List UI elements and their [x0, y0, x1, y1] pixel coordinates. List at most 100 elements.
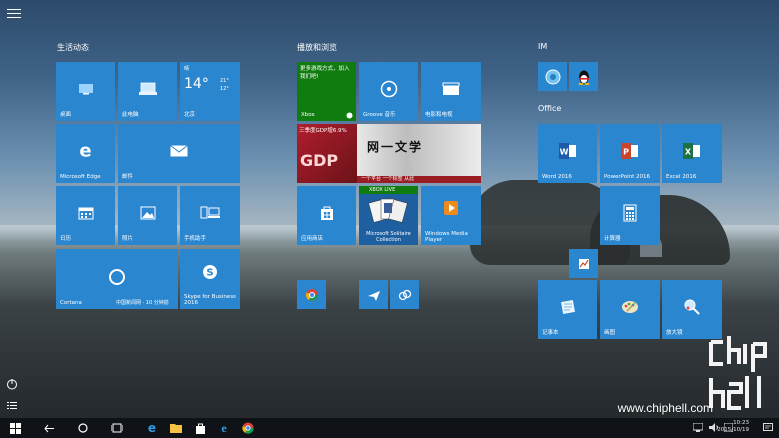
- news-headline: 三季度GDP增6.9%: [299, 128, 347, 134]
- start-button[interactable]: [8, 421, 22, 435]
- tile-word[interactable]: W Word 2016: [538, 124, 597, 183]
- svg-text:P: P: [623, 148, 629, 157]
- tile-calculator[interactable]: 计算器: [600, 186, 660, 245]
- paint-icon: [622, 301, 638, 314]
- computer-icon: [138, 82, 157, 96]
- calendar-icon: [78, 207, 93, 220]
- tile-label: Word 2016: [542, 174, 572, 180]
- store-icon: [320, 206, 333, 221]
- tile-label: 画图: [604, 330, 616, 336]
- tile-wmp[interactable]: Windows Media Player: [421, 186, 481, 245]
- task-view-icon: [111, 423, 123, 433]
- power-icon[interactable]: [6, 378, 18, 390]
- tile-groove[interactable]: Groove 音乐: [359, 62, 418, 121]
- weather-high: 21°: [220, 78, 229, 84]
- taskbar: e e 10:23 2015/10/19: [0, 418, 779, 438]
- media-player-icon: [444, 201, 458, 216]
- taskbar-store[interactable]: [193, 421, 207, 435]
- back-button[interactable]: [42, 421, 56, 435]
- taskbar-chrome[interactable]: [241, 421, 255, 435]
- desktop-icon: [78, 84, 93, 95]
- svg-text:X: X: [685, 148, 692, 157]
- tile-notepad[interactable]: 记事本: [538, 280, 597, 339]
- edge-icon: e: [79, 140, 92, 162]
- document-chart-icon: [578, 258, 589, 269]
- tile-edge[interactable]: e Microsoft Edge: [56, 124, 115, 183]
- mail-icon: [170, 145, 188, 157]
- tile-paint[interactable]: 画图: [600, 280, 660, 339]
- all-apps-icon[interactable]: [6, 400, 18, 412]
- cards-icon: [369, 198, 408, 223]
- taskbar-edge[interactable]: e: [145, 421, 159, 435]
- word-icon: W: [558, 143, 576, 160]
- tile-plane-app[interactable]: [359, 280, 388, 309]
- chrome-icon: [305, 288, 318, 301]
- hamburger-menu-icon[interactable]: [7, 7, 21, 19]
- tile-mail[interactable]: 邮件: [118, 124, 240, 183]
- tile-label: 计算器: [604, 236, 621, 242]
- tile-phone-companion[interactable]: 手机助手: [180, 186, 240, 245]
- clock-time: 10:23: [733, 420, 749, 426]
- svg-text:S: S: [206, 267, 213, 278]
- tile-solitaire[interactable]: XBOX LIVE Microsoft Solitaire Collection: [359, 186, 418, 245]
- folder-icon: [170, 424, 182, 433]
- tile-movies[interactable]: 电影和电视: [421, 62, 481, 121]
- cortana-news: 中国新闻网 · 10 分钟前: [116, 300, 169, 306]
- tile-excel[interactable]: X Excel 2016: [662, 124, 722, 183]
- tile-label: Xbox: [301, 112, 315, 118]
- tile-calendar[interactable]: 日历: [56, 186, 115, 245]
- group-title-im: IM: [538, 42, 548, 51]
- airplane-icon: [367, 290, 380, 301]
- tile-xbox[interactable]: 更多游戏方式，加入我们吧! Xbox: [297, 62, 356, 121]
- tile-weather[interactable]: 晴 14° 21° 12° 北京: [180, 62, 240, 121]
- tile-magnifier[interactable]: 放大镜: [662, 280, 722, 339]
- system-clock[interactable]: 10:23 2015/10/19: [717, 420, 749, 434]
- group-title-office: Office: [538, 104, 562, 113]
- tile-label: 放大镜: [666, 330, 683, 336]
- groove-music-icon: [380, 80, 397, 98]
- tile-label: Windows Media Player: [425, 231, 468, 243]
- news-gdp-text: GDP: [300, 151, 339, 170]
- weather-city: 北京: [184, 112, 196, 118]
- cortana-search-button[interactable]: [76, 421, 90, 435]
- tile-im-app[interactable]: [538, 62, 567, 91]
- tile-label: 日历: [60, 236, 72, 242]
- search-circle-icon: [78, 423, 88, 433]
- tile-label: 桌面: [60, 112, 72, 118]
- edge-icon: e: [147, 421, 157, 435]
- taskbar-ie[interactable]: e: [217, 421, 231, 435]
- tile-skype[interactable]: S Skype for Business 2016: [180, 249, 240, 309]
- tile-powerpoint[interactable]: P PowerPoint 2016: [600, 124, 660, 183]
- chiphell-logo: [709, 336, 767, 410]
- clock-date: 2015/10/19: [717, 427, 749, 433]
- taskbar-explorer[interactable]: [169, 421, 183, 435]
- network-icon[interactable]: [693, 423, 703, 432]
- tile-store[interactable]: 应用商店: [297, 186, 356, 245]
- excel-icon: X: [683, 143, 700, 160]
- task-view-button[interactable]: [110, 421, 124, 435]
- tile-news[interactable]: 三季度GDP增6.9% GDP 网一文学 一个平台 一个标签 从此: [297, 124, 481, 183]
- back-arrow-icon: [43, 424, 54, 432]
- action-center-icon[interactable]: [763, 423, 773, 432]
- tile-label: 照片: [122, 236, 134, 242]
- qq-penguin-icon: [578, 70, 589, 85]
- movies-icon: [442, 82, 460, 96]
- news-literature-text: 网一文学: [367, 140, 424, 154]
- tile-this-pc[interactable]: 此电脑: [118, 62, 177, 121]
- chrome-icon: [242, 422, 254, 434]
- tile-label: PowerPoint 2016: [604, 174, 651, 180]
- tile-photos[interactable]: 照片: [118, 186, 177, 245]
- calculator-icon: [623, 204, 637, 222]
- tile-label: Groove 音乐: [363, 112, 396, 118]
- xbox-promo: 更多游戏方式，加入我们吧!: [300, 66, 350, 80]
- link-icon: [398, 289, 411, 300]
- tile-cortana[interactable]: Cortana 中国新闻网 · 10 分钟前: [56, 249, 178, 309]
- tile-label: 电影和电视: [425, 112, 453, 118]
- tile-small-office-app[interactable]: [569, 249, 598, 278]
- tile-link-app[interactable]: [390, 280, 419, 309]
- tile-desktop[interactable]: 桌面: [56, 62, 115, 121]
- tile-qq[interactable]: [569, 62, 598, 91]
- tile-label: Microsoft Edge: [60, 174, 101, 180]
- tile-chrome[interactable]: [297, 280, 326, 309]
- internet-explorer-icon: e: [221, 420, 227, 435]
